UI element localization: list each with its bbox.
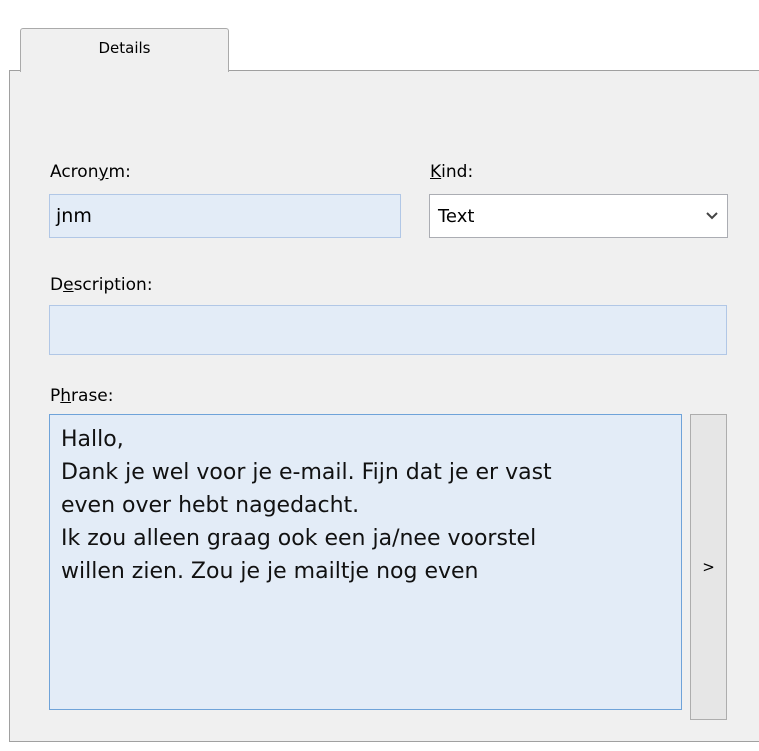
phrase-label-part: P (50, 386, 61, 406)
kind-label-part: ind: (441, 162, 474, 182)
kind-select[interactable]: Text (429, 194, 728, 238)
phrase-label: Phrase: (50, 386, 114, 406)
tab-details[interactable]: Details (20, 28, 229, 72)
expand-phrase-button-label: > (702, 558, 715, 576)
kind-label-accesskey: K (430, 162, 442, 182)
description-label-part: D (50, 275, 64, 295)
acronym-label-accesskey: y (98, 162, 109, 182)
expand-phrase-button[interactable]: > (690, 414, 727, 720)
description-input[interactable] (49, 305, 727, 355)
acronym-label-part: Acron (50, 162, 99, 182)
description-label: Description: (50, 275, 153, 295)
phrase-line: Ik zou alleen graag ook een ja/nee voors… (61, 526, 537, 551)
description-label-accesskey: e (63, 275, 74, 295)
phrase-line: Dank je wel voor je e-mail. Fijn dat je … (61, 460, 552, 485)
chevron-down-icon (706, 212, 718, 220)
acronym-label: Acronym: (50, 162, 131, 182)
kind-label: Kind: (430, 162, 473, 182)
tab-details-label: Details (98, 39, 151, 57)
phrase-textarea[interactable]: Hallo, Dank je wel voor je e-mail. Fijn … (49, 414, 682, 710)
acronym-label-part: m: (108, 162, 131, 182)
phrase-line: willen zien. Zou je je mailtje nog even (61, 559, 479, 584)
acronym-input-value: jnm (56, 205, 92, 227)
kind-select-value: Text (438, 205, 475, 227)
phrase-label-accesskey: h (60, 386, 72, 406)
phrase-line: Hallo, (61, 427, 124, 452)
acronym-input[interactable]: jnm (49, 194, 401, 238)
description-label-part: scription: (73, 275, 153, 295)
phrase-label-part: rase: (71, 386, 114, 406)
phrase-line: even over hebt nagedacht. (61, 493, 360, 518)
